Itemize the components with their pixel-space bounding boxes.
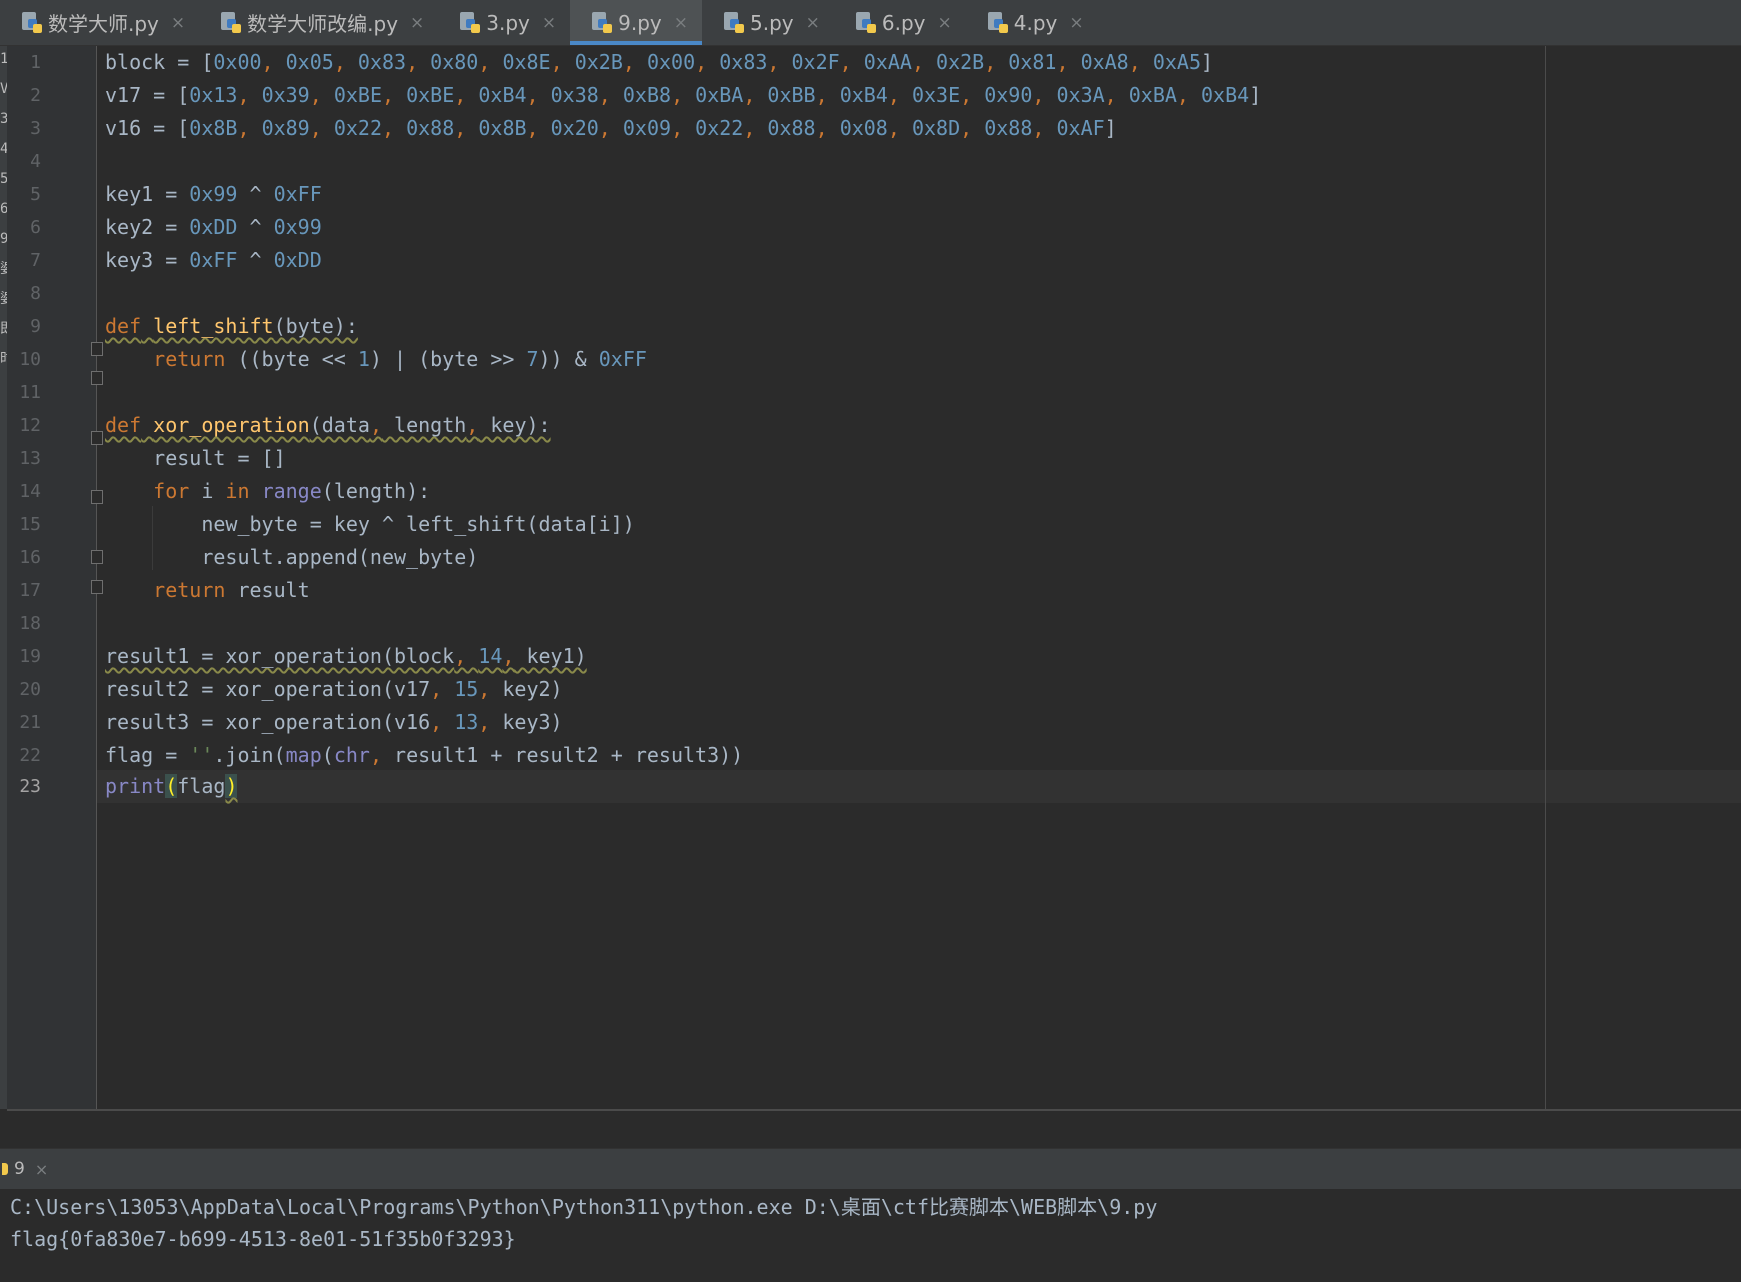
line-number: 3 (30, 118, 41, 139)
fold-end-icon (91, 550, 103, 564)
gutter-divider (96, 46, 97, 1109)
code-line-7[interactable]: key3 = 0xFF ^ 0xDD (105, 244, 322, 277)
close-icon[interactable]: × (806, 13, 820, 33)
python-file-icon (460, 11, 481, 34)
code-line-22[interactable]: flag = ''.join(map(chr, result1 + result… (105, 739, 743, 772)
code-line-16[interactable]: result.append(new_byte) (105, 541, 478, 574)
run-console[interactable]: C:\Users\13053\AppData\Local\Programs\Py… (0, 1189, 1741, 1282)
code-line-14[interactable]: for i in range(length): (105, 475, 430, 508)
line-number: 19 (19, 646, 41, 667)
line-number: 12 (19, 415, 41, 436)
code-line-2[interactable]: v17 = [0x13, 0x39, 0xBE, 0xBE, 0xB4, 0x3… (105, 79, 1261, 112)
python-file-icon (855, 11, 876, 34)
line-number: 4 (30, 151, 41, 172)
fold-end-icon (91, 371, 103, 385)
line-number: 16 (19, 547, 41, 568)
fold-marker-icon[interactable] (91, 342, 103, 356)
tab-label: 6.py (881, 10, 926, 35)
code-line-19[interactable]: result1 = xor_operation(block, 14, key1) (105, 640, 587, 673)
python-file-icon (592, 11, 613, 34)
close-icon[interactable]: × (938, 13, 952, 33)
code-line-23[interactable]: print(flag) (105, 770, 238, 803)
code-line-6[interactable]: key2 = 0xDD ^ 0x99 (105, 211, 322, 244)
tab-6[interactable]: 4.py × (966, 0, 1098, 45)
line-number: 11 (19, 382, 41, 403)
code-line-21[interactable]: result3 = xor_operation(v16, 13, key3) (105, 706, 563, 739)
tab-0[interactable]: 数学大师.py × (0, 0, 199, 45)
line-number: 9 (30, 316, 41, 337)
line-number: 17 (19, 580, 41, 601)
line-number: 13 (19, 448, 41, 469)
editor-tab-bar: 数学大师.py × 数学大师改编.py × 3.py × 9.py × 5.py × 6.py × 4.… (0, 0, 1741, 46)
fold-marker-icon[interactable] (91, 431, 103, 445)
tab-label: 数学大师改编.py (247, 12, 399, 36)
run-tab[interactable]: 9 × (0, 1149, 48, 1189)
code-line-10[interactable]: return ((byte << 1) | (byte >> 7)) & 0xF… (105, 343, 647, 376)
code-line-1[interactable]: block = [0x00, 0x05, 0x83, 0x80, 0x8E, 0… (105, 46, 1213, 79)
code-editor[interactable]: 1V34569婆婆即时 1234567891011121314151617181… (0, 46, 1741, 1111)
status-gap (0, 1111, 1741, 1147)
code-line-9[interactable]: def left_shift(byte): (105, 310, 358, 343)
line-number: 8 (30, 283, 41, 304)
fold-marker-icon[interactable] (91, 490, 103, 504)
tab-label: 数学大师.py (48, 12, 159, 36)
python-file-icon (987, 11, 1008, 34)
close-icon[interactable]: × (171, 13, 185, 33)
code-line-15[interactable]: new_byte = key ^ left_shift(data[i]) (105, 508, 634, 541)
line-number: 1 (30, 52, 41, 73)
right-margin-guide (1545, 46, 1546, 1109)
close-icon[interactable]: × (542, 13, 556, 33)
tab-label: 9.py (618, 10, 662, 35)
tab-1[interactable]: 数学大师改编.py × (199, 0, 438, 45)
tab-2[interactable]: 3.py × (438, 0, 570, 45)
line-number: 2 (30, 85, 41, 106)
code-line-20[interactable]: result2 = xor_operation(v17, 15, key2) (105, 673, 563, 706)
code-line-17[interactable]: return result (105, 574, 310, 607)
python-run-icon (2, 1163, 8, 1175)
run-tool-window-header: 9 × (0, 1148, 1741, 1189)
line-number: 22 (19, 745, 41, 766)
console-output-line: flag{0fa830e7-b699-4513-8e01-51f35b0f329… (10, 1227, 516, 1251)
tab-4[interactable]: 5.py × (702, 0, 834, 45)
python-file-icon (22, 11, 42, 34)
console-command-line: C:\Users\13053\AppData\Local\Programs\Py… (10, 1195, 1158, 1219)
code-line-13[interactable]: result = [] (105, 442, 285, 475)
line-number: 23 (19, 776, 41, 797)
line-number: 10 (19, 349, 41, 370)
line-number: 7 (30, 250, 41, 271)
tab-label: 3.py (486, 10, 530, 35)
line-number: 20 (19, 679, 41, 700)
left-tool-strip: 1V34569婆婆即时 (0, 46, 14, 1109)
line-number: 15 (19, 514, 41, 535)
code-line-12[interactable]: def xor_operation(data, length, key): (105, 409, 551, 442)
line-number: 6 (30, 217, 41, 238)
run-tab-label: 9 (14, 1159, 25, 1179)
fold-end-icon (91, 580, 103, 594)
line-number: 5 (30, 184, 41, 205)
tab-5[interactable]: 6.py × (834, 0, 966, 45)
close-icon[interactable]: × (35, 1160, 48, 1179)
close-icon[interactable]: × (410, 13, 424, 33)
line-number: 18 (19, 613, 41, 634)
line-number: 21 (19, 712, 41, 733)
code-line-5[interactable]: key1 = 0x99 ^ 0xFF (105, 178, 322, 211)
tab-3[interactable]: 9.py × (570, 0, 703, 45)
tab-label: 5.py (750, 10, 794, 35)
current-line-highlight (97, 770, 1741, 803)
python-file-icon (724, 11, 745, 34)
tab-label: 4.py (1013, 10, 1058, 35)
line-number: 14 (19, 481, 41, 502)
python-file-icon (221, 11, 242, 34)
code-line-3[interactable]: v16 = [0x8B, 0x89, 0x22, 0x88, 0x8B, 0x2… (105, 112, 1117, 145)
close-icon[interactable]: × (1069, 13, 1083, 33)
close-icon[interactable]: × (674, 13, 688, 33)
